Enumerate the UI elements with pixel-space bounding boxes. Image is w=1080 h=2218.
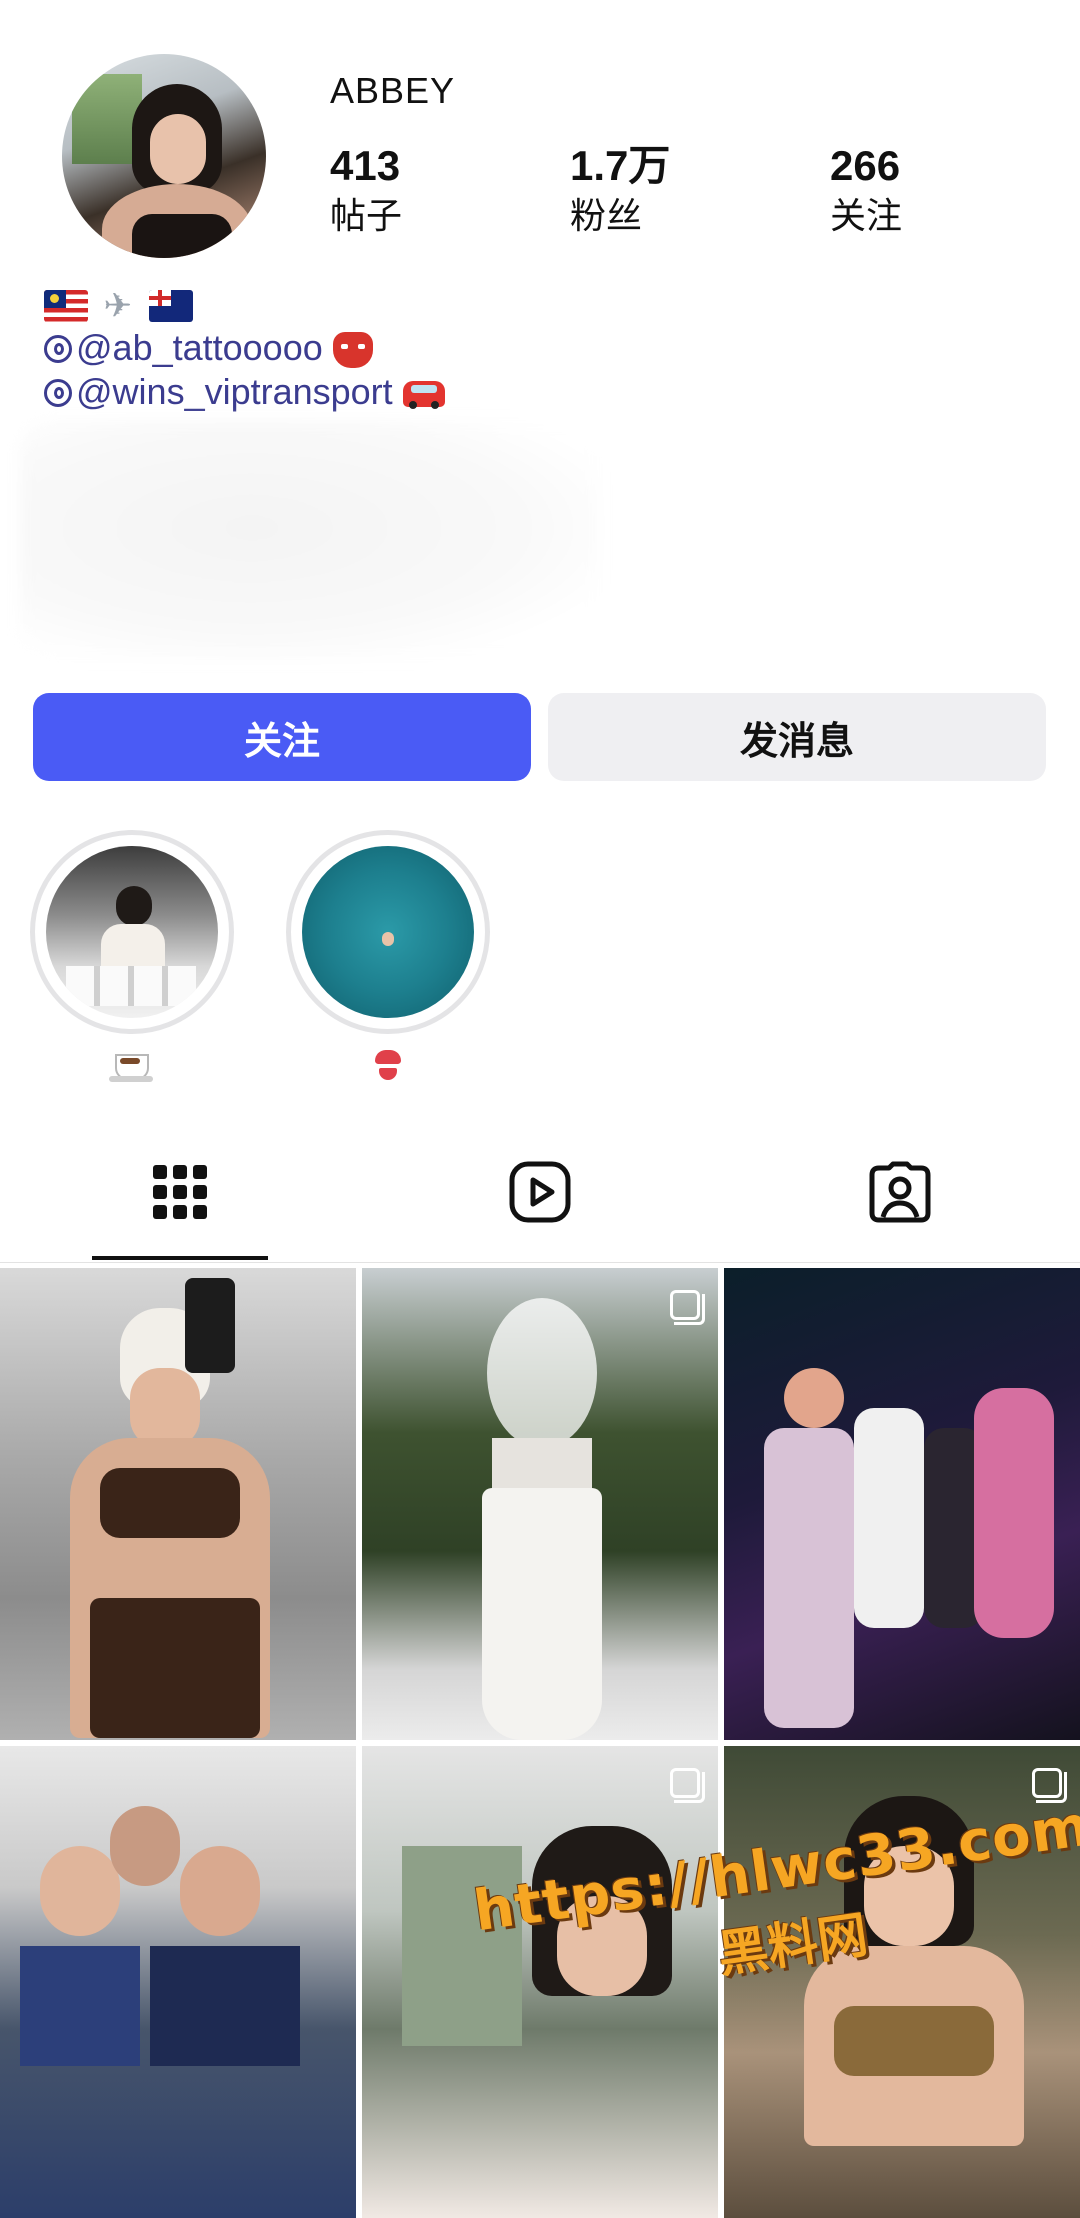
multi-photo-icon [1032,1768,1067,1803]
car-emoji [402,381,445,410]
hot-beverage-icon [109,1054,153,1082]
tab-grid[interactable] [148,1160,212,1224]
stat-posts-label: 帖子 [330,195,403,236]
profile-avatar[interactable] [62,54,266,258]
tab-reels[interactable] [508,1160,572,1224]
handle-text: @wins_viptransport [76,371,393,412]
stat-following[interactable]: 266 关注 [830,142,902,240]
post-4[interactable] [0,1746,356,2218]
post-1[interactable] [0,1268,356,1740]
bikini-icon [373,1048,403,1082]
stat-following-label: 关注 [830,195,903,236]
australia-flag-icon [149,290,194,323]
active-tab-indicator [92,1256,268,1260]
message-button[interactable]: 发消息 [548,693,1046,781]
grid-icon [153,1165,207,1219]
stat-following-value: 266 [830,142,901,189]
highlight-label [30,1050,234,1089]
handle-text: @ab_tattooooo [76,327,323,368]
highlight-coffee[interactable] [30,830,234,1089]
multi-photo-icon [670,1290,705,1325]
tab-divider [0,1262,1080,1263]
threads-icon [44,379,72,407]
reels-icon [509,1161,571,1223]
stat-posts[interactable]: 413 帖子 [330,142,402,240]
follow-button[interactable]: 关注 [33,693,531,781]
highlight-ring [286,830,490,1034]
stat-followers[interactable]: 1.7万 粉丝 [570,142,670,240]
profile-username: ABBEY [330,70,456,111]
highlight-cover [302,846,474,1018]
post-3[interactable] [724,1268,1080,1740]
malaysia-flag-icon [44,290,88,323]
highlight-ring [30,830,234,1034]
bio-link-transport[interactable]: @wins_viptransport [44,370,445,414]
highlight-cover [46,846,218,1018]
post-2[interactable] [362,1268,718,1740]
airplane-icon: ✈ [103,287,132,326]
tagged-icon [869,1161,931,1223]
stat-followers-label: 粉丝 [570,195,643,236]
multi-photo-icon [670,1768,705,1803]
stat-followers-value: 1.7万 [570,142,671,189]
tab-tagged[interactable] [868,1160,932,1224]
bio-flags: ✈ [44,282,199,328]
threads-icon [44,335,72,363]
highlight-sea[interactable] [286,830,490,1091]
bio-blurred-region [20,420,600,660]
bio-link-tattoo[interactable]: @ab_tattooooo [44,326,373,370]
stat-posts-value: 413 [330,142,401,189]
mask-emoji [332,332,373,369]
highlight-label [286,1048,490,1091]
